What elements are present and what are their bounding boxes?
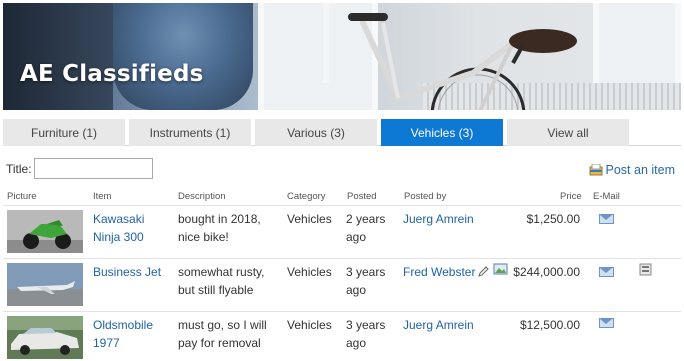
column-posted: Posted (347, 191, 377, 202)
item-category: Vehicles (287, 265, 332, 279)
post-item-icon (589, 163, 603, 176)
tab-vehicles[interactable]: Vehicles (3) (381, 119, 503, 146)
item-posted: 3 years ago (346, 265, 386, 297)
posted-by-link[interactable]: Fred Webster (403, 263, 475, 281)
item-description: bought in 2018, nice bike! (178, 212, 261, 244)
item-price: $12,500.00 (519, 318, 580, 332)
column-email: E-Mail (593, 191, 620, 202)
table-row: Oldsmobile 1977 must go, so I will pay for… (3, 311, 681, 361)
column-posted-by: Posted by (404, 191, 447, 202)
column-picture: Picture (7, 191, 37, 202)
mail-icon[interactable] (599, 214, 614, 224)
column-item: Item (93, 191, 112, 202)
item-posted: 3 years ago (346, 318, 386, 350)
item-category: Vehicles (287, 212, 332, 226)
column-category: Category (287, 191, 326, 202)
title-filter: Title: (6, 158, 153, 179)
motorcycle-photo[interactable] (7, 210, 83, 253)
bicycle-illustration (348, 13, 577, 110)
title-filter-input[interactable] (33, 158, 153, 179)
item-price: $1,250.00 (526, 212, 580, 226)
item-posted: 2 years ago (346, 212, 386, 244)
item-description: somewhat rusty, but still flyable (178, 265, 265, 297)
item-category: Vehicles (287, 318, 332, 332)
category-tabs: Furniture (1) Instruments (1) Various (3… (3, 119, 681, 146)
column-price: Price (560, 191, 582, 202)
tab-furniture[interactable]: Furniture (1) (3, 119, 125, 146)
mail-icon[interactable] (599, 318, 614, 328)
posted-by-link[interactable]: Juerg Amrein (403, 210, 474, 228)
jet-photo[interactable] (7, 263, 83, 306)
posted-by-link[interactable]: Juerg Amrein (403, 316, 474, 334)
post-item-link[interactable]: Post an item (589, 163, 675, 177)
edit-icon[interactable] (477, 265, 490, 278)
tab-instruments[interactable]: Instruments (1) (129, 119, 251, 146)
table-row: Business Jet somewhat rusty, but still fl… (3, 258, 681, 311)
details-icon[interactable] (639, 263, 652, 276)
item-link[interactable]: Kawasaki Ninja 300 (93, 210, 144, 246)
post-item-label: Post an item (605, 163, 675, 177)
item-link[interactable]: Business Jet (93, 263, 161, 281)
app-title: AE Classifieds (20, 61, 204, 87)
car-photo[interactable] (7, 316, 83, 359)
item-link[interactable]: Oldsmobile 1977 (93, 316, 153, 352)
title-filter-label: Title: (6, 161, 32, 176)
column-description: Description (178, 191, 226, 202)
table-row: Kawasaki Ninja 300 bought in 2018, nice bi… (3, 205, 681, 258)
item-price: $244,000.00 (513, 265, 580, 279)
tab-various[interactable]: Various (3) (255, 119, 377, 146)
mail-icon[interactable] (599, 267, 614, 277)
item-description: must go, so I will pay for removal (178, 318, 267, 350)
header-banner: AE Classifieds (3, 3, 681, 110)
tab-view-all[interactable]: View all (507, 119, 629, 146)
table-header: Picture Item Description Category Posted… (0, 191, 684, 205)
